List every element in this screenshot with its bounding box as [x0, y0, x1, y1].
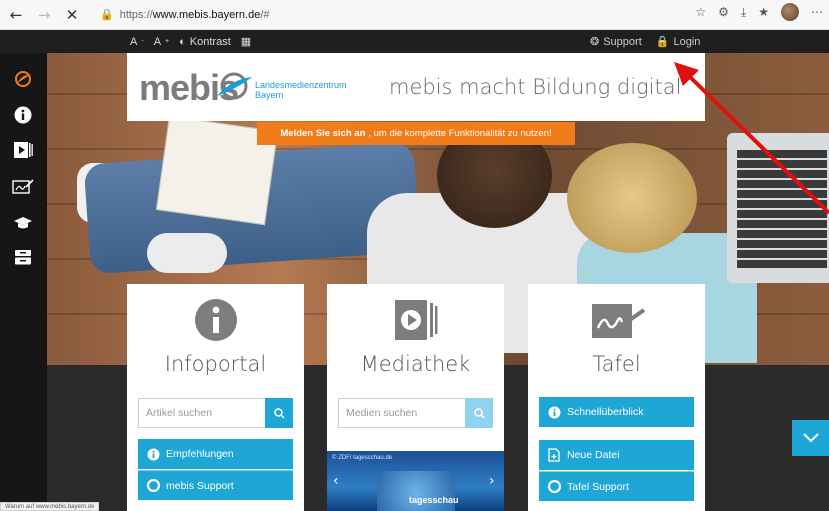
mebis-logo-icon[interactable]	[12, 69, 34, 89]
tagesschau-label: tagesschau	[409, 495, 459, 505]
logo-banner: mebis Landesmedienzentrum Bayern mebis m…	[127, 53, 705, 121]
address-bar[interactable]: https://www.mebis.bayern.de/#	[120, 9, 270, 21]
login-hint-text: , um die komplette Funktionalität zu nut…	[368, 128, 552, 139]
board-icon	[528, 298, 705, 342]
logo-subtitle: Landesmedienzentrum Bayern	[255, 80, 347, 100]
archive-icon[interactable]	[12, 247, 34, 267]
url-prefix: https://	[119, 8, 153, 21]
logo-subtitle-line1: Landesmedienzentrum	[255, 80, 347, 90]
scroll-down-button[interactable]	[792, 420, 829, 456]
url-path: /#	[260, 8, 270, 21]
mediathek-card: Mediathek © ZDF/ tagesschau.de tagesscha…	[327, 284, 504, 511]
lock-icon: 🔒	[655, 36, 670, 48]
search-icon	[273, 407, 285, 419]
login-label: Login	[673, 35, 701, 48]
carousel-prev-icon[interactable]: ‹	[333, 473, 339, 489]
media-icon[interactable]	[12, 140, 34, 160]
graduation-icon[interactable]	[12, 213, 34, 233]
shoe-shape	[147, 233, 227, 273]
article-search	[138, 398, 293, 428]
student-head	[567, 143, 697, 253]
contrast-label: Kontrast	[189, 35, 231, 48]
site-toolbar: A- A + ◐ Kontrast ▦ ❂ Support 🔒 Login	[0, 30, 829, 53]
sitemap-button[interactable]: ▦	[241, 35, 251, 48]
extension-icon[interactable]: ⚙	[718, 5, 729, 19]
download-icon[interactable]: ⤓	[741, 5, 746, 20]
media-carousel[interactable]: © ZDF/ tagesschau.de tagesschau ‹ ›	[327, 451, 504, 511]
url-host: www.mebis.bayern.de	[152, 8, 261, 21]
sitemap-icon: ▦	[240, 36, 252, 48]
search-icon	[473, 407, 485, 419]
font-smaller-button[interactable]: A-	[130, 36, 144, 48]
lifebuoy-icon	[146, 479, 160, 493]
browser-chrome: ← → ✕ 🔒 https://www.mebis.bayern.de/# ☆ …	[0, 0, 829, 30]
support-label: Support	[603, 35, 642, 48]
mebis-swoosh-icon	[217, 72, 252, 100]
profile-avatar[interactable]	[781, 3, 799, 21]
media-icon	[327, 298, 504, 342]
info-icon[interactable]	[12, 105, 34, 125]
card-title: Tafel	[592, 352, 641, 376]
lock-icon: 🔒	[100, 8, 114, 21]
user-tools: ❂ Support 🔒 Login	[590, 30, 700, 53]
media-search	[338, 398, 493, 428]
lifebuoy-icon	[547, 480, 561, 494]
support-icon: ❂	[590, 36, 600, 48]
forward-button[interactable]: →	[32, 3, 56, 27]
favorite-star-icon[interactable]: ☆	[695, 5, 706, 19]
mebis-support-button[interactable]: mebis Support	[138, 470, 293, 500]
font-smaller-label: A	[130, 35, 138, 48]
info-icon	[127, 298, 304, 342]
status-bar: Warum auf www.mebis.bayern.de	[0, 502, 100, 511]
back-button[interactable]: ←	[4, 3, 28, 27]
search-button[interactable]	[465, 398, 493, 428]
card-title: Infoportal	[164, 352, 267, 376]
info-icon	[146, 447, 160, 461]
tafel-support-button[interactable]: Tafel Support	[539, 471, 694, 501]
info-icon	[547, 405, 561, 419]
button-label: Tafel Support	[567, 480, 629, 493]
more-menu-icon[interactable]: ⋯	[811, 5, 823, 19]
login-hint-banner[interactable]: Melden Sie sich an, um die komplette Fun…	[257, 122, 575, 145]
favorites-list-icon[interactable]: ★	[758, 5, 769, 19]
left-sidebar	[0, 53, 47, 511]
login-link[interactable]: 🔒 Login	[655, 35, 701, 49]
support-link[interactable]: ❂ Support	[590, 35, 642, 49]
laptop-shape	[727, 133, 829, 283]
font-larger-button[interactable]: A +	[154, 36, 169, 48]
contrast-icon: ◐	[179, 35, 186, 48]
recommendations-button[interactable]: Empfehlungen	[138, 439, 293, 469]
globe-graphic	[377, 471, 455, 511]
button-label: Neue Datei	[567, 449, 620, 461]
font-larger-label: A	[153, 35, 162, 48]
article-search-input[interactable]	[139, 399, 266, 427]
login-hint-bold[interactable]: Melden Sie sich an	[280, 128, 365, 139]
media-search-input[interactable]	[339, 399, 466, 427]
new-file-button[interactable]: Neue Datei	[539, 440, 694, 470]
contrast-button[interactable]: ◐ Kontrast	[179, 36, 231, 48]
accessibility-tools: A- A + ◐ Kontrast ▦	[130, 30, 251, 53]
button-label: mebis Support	[166, 479, 234, 492]
button-label: Empfehlungen	[166, 448, 234, 460]
close-tab-button[interactable]: ✕	[60, 3, 84, 27]
tagline: mebis macht Bildung digital	[389, 75, 682, 99]
card-title: Mediathek	[360, 352, 471, 376]
carousel-caption: © ZDF/ tagesschau.de	[332, 455, 393, 461]
board-icon[interactable]	[12, 177, 34, 197]
new-file-icon	[547, 448, 561, 462]
search-button[interactable]	[265, 398, 293, 428]
button-label: Schnellüberblick	[567, 406, 644, 418]
chevron-down-icon	[802, 433, 819, 443]
browser-actions: ☆ ⚙ ⤓ ★ ⋯	[695, 3, 823, 21]
quick-overview-button[interactable]: Schnellüberblick	[539, 397, 694, 427]
tafel-card: Tafel Schnellüberblick Neue Datei Tafel …	[528, 284, 705, 511]
carousel-next-icon[interactable]: ›	[489, 473, 495, 489]
logo-subtitle-line2: Bayern	[255, 90, 284, 100]
infoportal-card: Infoportal Empfehlungen mebis Support	[127, 284, 304, 511]
